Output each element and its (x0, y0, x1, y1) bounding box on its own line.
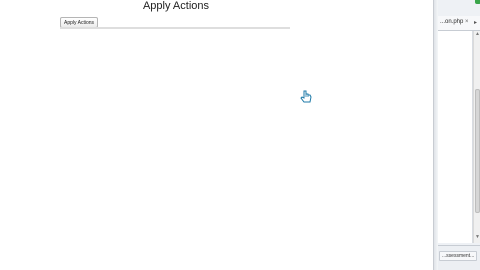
chevron-right-icon[interactable]: ▸ (474, 19, 477, 26)
editor-tab-php[interactable]: ...on.php (440, 19, 463, 25)
bottom-tab-label[interactable]: ...ssessment... (439, 251, 478, 261)
divider (60, 27, 290, 29)
arrow-up-icon[interactable]: ▲ (474, 31, 480, 39)
scrollbar-thumb[interactable] (475, 89, 480, 213)
close-icon[interactable]: × (465, 19, 469, 25)
editor-tab-bar: ...on.php × ▸ (438, 16, 480, 31)
bottom-status-bar: ...ssessment... (438, 245, 480, 270)
status-indicator (475, 0, 480, 4)
hand-pointer-icon (300, 90, 312, 103)
main-content-area: Apply Actions Apply Actions (0, 0, 433, 270)
vertical-scrollbar[interactable]: ▲ ▼ (473, 31, 480, 243)
page-title: Apply Actions (142, 0, 210, 12)
side-editor-panel: ...on.php × ▸ ▲ ▼ ...ssessment... (433, 0, 480, 270)
arrow-down-icon[interactable]: ▼ (474, 234, 480, 242)
editor-content[interactable] (438, 31, 473, 243)
